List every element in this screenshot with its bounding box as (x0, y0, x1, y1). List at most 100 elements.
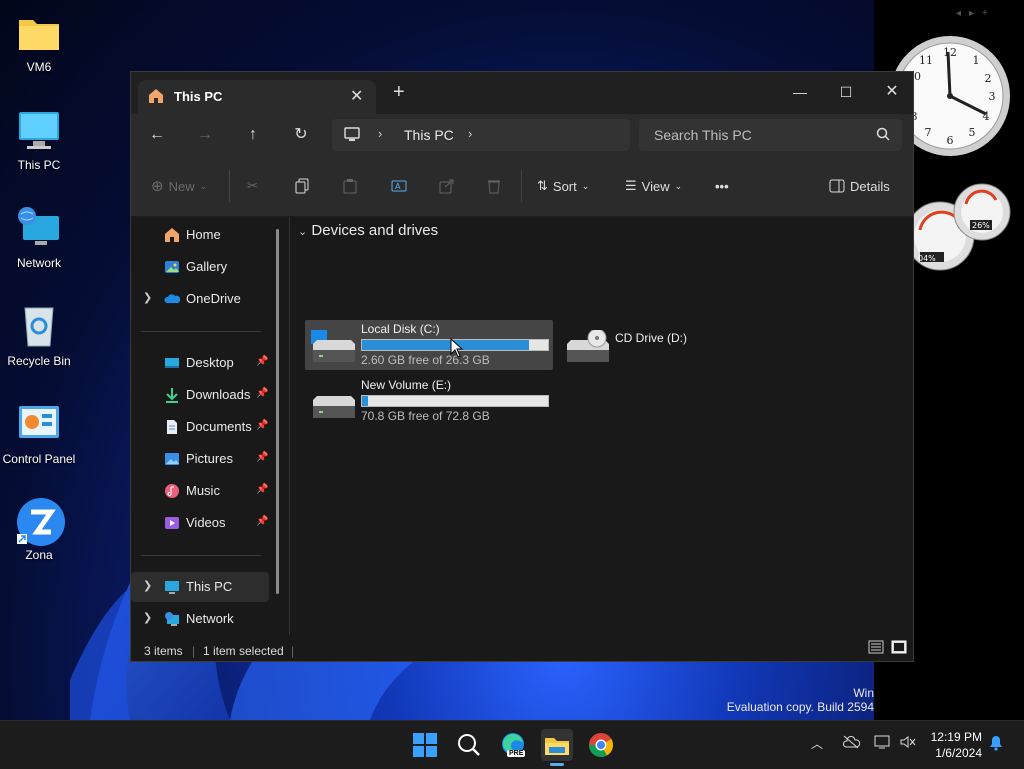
content-area: ⌄ Devices and drives Local Disk (C:) 2.6… (290, 217, 913, 635)
pin-icon[interactable]: 📌 (256, 420, 268, 431)
address-bar[interactable]: › This PC › (332, 119, 630, 151)
details-view-icon[interactable] (868, 640, 884, 657)
drive-usage-fill (362, 340, 530, 350)
desktop-icon-control-panel[interactable]: Control Panel (0, 402, 78, 466)
network-status-icon[interactable] (874, 735, 892, 752)
desktop-icon-zona[interactable]: Zona (0, 498, 78, 562)
hard-drive-icon (311, 386, 355, 425)
pin-icon[interactable]: 📌 (256, 452, 268, 463)
monitor-icon (17, 108, 61, 152)
nav-item-label: Network (186, 611, 234, 626)
nav-scrollbar[interactable] (276, 229, 279, 594)
svg-text:A: A (395, 182, 401, 191)
svg-text:12: 12 (943, 46, 957, 59)
chevron-right-icon[interactable]: ❯ (143, 611, 152, 624)
close-button[interactable]: ✕ (869, 78, 915, 106)
nav-item-network[interactable]: ❯ Network (131, 604, 269, 634)
maximize-button[interactable]: ☐ (823, 78, 869, 106)
desktop-icon-network[interactable]: Network (0, 206, 78, 270)
details-button[interactable]: Details (829, 175, 890, 197)
close-tab-icon[interactable]: ✕ (350, 86, 363, 106)
desktop-icon-vm6[interactable]: VM6 (0, 10, 78, 74)
download-icon (164, 387, 180, 403)
chrome-button[interactable] (585, 729, 617, 761)
watermark-line-2: Evaluation copy. Build 2594 (726, 700, 874, 714)
drive-tile-e[interactable]: New Volume (E:) 70.8 GB free of 72.8 GB (305, 376, 553, 426)
up-arrow-icon[interactable]: ↑ (238, 122, 268, 148)
search-button[interactable] (453, 729, 485, 761)
nav-item-videos[interactable]: Videos 📌 (131, 508, 269, 538)
tab-this-pc[interactable]: This PC ✕ (138, 80, 376, 114)
edge-beta-button[interactable]: PRE (497, 729, 529, 761)
group-header[interactable]: ⌄ Devices and drives (298, 222, 438, 239)
chevron-down-icon: ⌄ (581, 180, 590, 191)
chevron-right-icon[interactable]: ❯ (143, 291, 152, 304)
see-more-button[interactable]: ••• (715, 175, 729, 197)
nav-item-documents[interactable]: Documents 📌 (131, 412, 269, 442)
nav-item-downloads[interactable]: Downloads 📌 (131, 380, 269, 410)
nav-divider (141, 331, 261, 332)
search-icon (876, 127, 890, 146)
nav-item-music[interactable]: Music 📌 (131, 476, 269, 506)
nav-item-gallery[interactable]: Gallery (131, 252, 269, 282)
zona-icon (17, 498, 65, 546)
address-location[interactable]: This PC (404, 127, 454, 143)
drive-tile-c[interactable]: Local Disk (C:) 2.60 GB free of 26.3 GB (305, 320, 553, 370)
search-input[interactable]: Search This PC (654, 127, 752, 143)
pin-icon[interactable]: 📌 (256, 356, 268, 367)
cloud-offline-icon[interactable] (842, 735, 861, 752)
pin-icon[interactable]: 📌 (256, 484, 268, 495)
file-explorer-taskbar-button[interactable] (541, 729, 573, 766)
music-icon (164, 483, 180, 499)
desktop-icon-recycle-bin[interactable]: Recycle Bin (0, 304, 78, 368)
folder-icon (545, 738, 569, 755)
nav-item-pictures[interactable]: Pictures 📌 (131, 444, 269, 474)
nav-item-label: Documents (186, 419, 252, 434)
system-clock[interactable]: 12:19 PM 1/6/2024 (920, 729, 982, 761)
selection-count: 1 item selected (203, 644, 284, 658)
nav-item-label: Videos (186, 515, 226, 530)
new-button[interactable]: ⊕ New ⌄ (151, 175, 207, 197)
search-box[interactable]: Search This PC (639, 119, 902, 151)
sort-button[interactable]: ⇅ Sort ⌄ (537, 175, 589, 197)
view-icon: ☰ (625, 178, 637, 193)
nav-item-onedrive[interactable]: ❯ OneDrive (131, 284, 269, 314)
svg-text:2: 2 (985, 72, 992, 85)
minimize-button[interactable]: — (777, 78, 823, 106)
desktop-icon-this-pc[interactable]: This PC (0, 108, 78, 172)
cut-icon[interactable]: ✂ (247, 175, 258, 197)
start-button[interactable] (409, 729, 441, 761)
nav-item-home[interactable]: Home (131, 220, 269, 250)
paste-icon[interactable] (343, 175, 357, 197)
delete-icon[interactable] (487, 175, 501, 197)
status-divider: | (192, 644, 196, 658)
pin-icon[interactable]: 📌 (256, 388, 268, 399)
drive-free-space: 70.8 GB free of 72.8 GB (361, 409, 490, 423)
notification-bell-icon[interactable] (988, 735, 1004, 754)
share-icon[interactable] (439, 175, 455, 197)
forward-arrow-icon[interactable]: → (190, 122, 220, 148)
chevron-right-icon[interactable]: › (378, 126, 382, 141)
rename-icon[interactable]: A (391, 175, 407, 197)
nav-item-this-pc[interactable]: ❯ This PC (131, 572, 269, 602)
refresh-icon[interactable]: ↻ (286, 122, 316, 148)
tiles-view-icon[interactable] (891, 640, 907, 657)
recycle-bin-icon (17, 304, 61, 348)
chevron-right-icon[interactable]: ❯ (143, 579, 152, 592)
toolbar-divider (521, 170, 522, 202)
drive-tile-d[interactable]: CD Drive (D:) (559, 320, 759, 370)
pin-icon[interactable]: 📌 (256, 516, 268, 527)
home-icon (148, 88, 164, 109)
view-button[interactable]: ☰ View ⌄ (625, 175, 682, 197)
new-tab-button[interactable]: + (393, 81, 405, 104)
back-arrow-icon[interactable]: ← (142, 122, 172, 148)
volume-muted-icon[interactable] (899, 735, 917, 752)
copy-icon[interactable] (295, 175, 309, 197)
title-bar[interactable]: This PC ✕ + — ☐ ✕ (131, 72, 913, 114)
nav-item-desktop[interactable]: Desktop 📌 (131, 348, 269, 378)
chevron-right-icon[interactable]: › (468, 126, 472, 141)
show-hidden-icons-chevron-icon[interactable]: ︿ (811, 735, 823, 752)
nav-item-label: Gallery (186, 259, 228, 274)
desktop-icon-label: Zona (25, 548, 53, 562)
gadget-controls[interactable]: ◂▸+ (956, 8, 996, 19)
